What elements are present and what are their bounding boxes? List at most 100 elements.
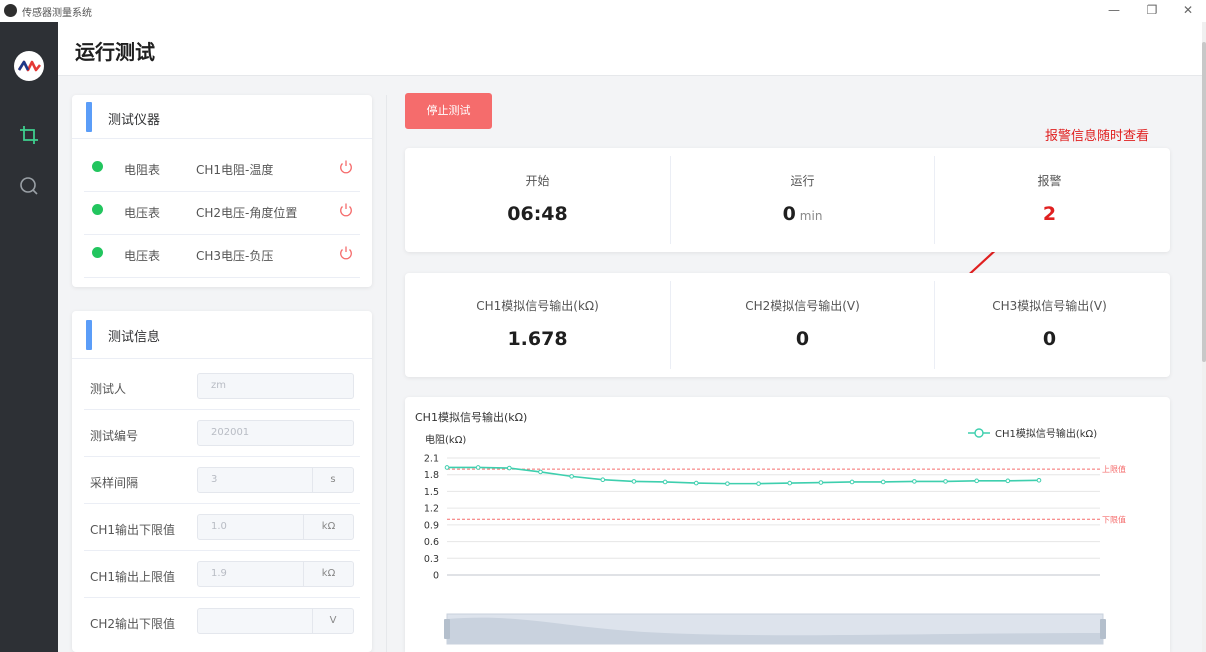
field-label: CH1输出上限值 bbox=[90, 570, 176, 584]
info-row: 采样间隔 3 s bbox=[84, 457, 360, 504]
alarm-annotation: 报警信息随时查看 bbox=[1045, 129, 1150, 144]
data-zoom-handle-left bbox=[444, 619, 450, 639]
window-titlebar: 传感器测量系统 — ❐ ✕ bbox=[0, 0, 1206, 22]
info-row: CH1输出下限值 1.0 kΩ bbox=[84, 504, 360, 551]
card-header: 测试信息 bbox=[72, 311, 372, 359]
limit-label: 上限值 bbox=[1102, 464, 1126, 474]
alarm-count: 2 bbox=[1042, 203, 1057, 225]
field-label: CH1输出下限值 bbox=[90, 523, 176, 537]
ch1-upper-limit-input[interactable]: 1.9 bbox=[197, 561, 304, 587]
window-title: 传感器测量系统 bbox=[22, 8, 92, 19]
stop-test-button[interactable]: 停止测试 bbox=[405, 93, 492, 129]
field-label: 测试编号 bbox=[90, 429, 139, 443]
data-point bbox=[693, 480, 699, 486]
test-info-card: 测试信息 测试人 zm 测试编号 202001 采样间隔 3 s CH1输出下限… bbox=[72, 311, 372, 652]
test-number-input[interactable]: 202001 bbox=[197, 420, 354, 446]
status-dot bbox=[92, 247, 103, 258]
y-axis-label: 电阻(kΩ) bbox=[425, 433, 466, 446]
instrument-row: 电压表 CH2电压-角度位置 bbox=[84, 192, 360, 235]
data-point bbox=[943, 479, 948, 484]
card-header: 测试仪器 bbox=[72, 95, 372, 139]
line-chart[interactable]: 电阻(kΩ) 2.1 1.8 1.5 1.2 0.9 0.6 0.3 0 上限值下限值 CH1模拟信… bbox=[405, 397, 1170, 652]
start-stat: 开始 06:48 bbox=[405, 148, 670, 252]
ch2-output-stat: CH2模拟信号输出(V) 0 bbox=[670, 273, 935, 377]
stat-label: 运行 bbox=[790, 174, 815, 188]
instruments-card: 测试仪器 电阻表 CH1电阻-温度 电压表 CH2电压-角度位置 电压表 CH3… bbox=[72, 95, 372, 287]
data-point bbox=[600, 477, 606, 483]
instrument-type: 电阻表 bbox=[124, 163, 161, 177]
info-row: 测试人 zm bbox=[84, 363, 360, 410]
logo bbox=[14, 51, 44, 81]
instrument-name: CH1电阻-温度 bbox=[196, 163, 274, 177]
instrument-name: CH2电压-角度位置 bbox=[196, 206, 298, 220]
instrument-row: 电阻表 CH1电阻-温度 bbox=[84, 149, 360, 192]
scrollbar[interactable] bbox=[1202, 22, 1206, 652]
ch2-lower-limit-input[interactable] bbox=[197, 608, 313, 634]
minimize-button[interactable]: — bbox=[1096, 0, 1132, 22]
legend-label: CH1模拟信号输出(kΩ) bbox=[995, 427, 1097, 440]
y-tick-label: 0.9 bbox=[424, 520, 439, 531]
data-point bbox=[507, 465, 512, 471]
unit-label: s bbox=[312, 467, 354, 493]
tester-input[interactable]: zm bbox=[197, 373, 354, 399]
y-tick-label: 1.8 bbox=[424, 470, 439, 481]
data-point bbox=[1005, 478, 1011, 484]
power-icon[interactable] bbox=[338, 202, 354, 218]
y-tick-label: 0.6 bbox=[424, 537, 439, 548]
y-tick-label: 0 bbox=[433, 571, 439, 582]
run-stat: 运行 0 min bbox=[670, 148, 935, 252]
instrument-type: 电压表 bbox=[124, 249, 161, 263]
chart-card: CH1模拟信号输出(kΩ) 电阻(kΩ) 2.1 1.8 1.5 1.2 0.9 0.6 0.… bbox=[405, 397, 1170, 652]
y-tick-label: 0.3 bbox=[424, 554, 439, 565]
power-icon[interactable] bbox=[338, 245, 354, 261]
instrument-row: 电压表 CH3电压-负压 bbox=[84, 235, 360, 278]
field-label: 测试人 bbox=[90, 382, 127, 396]
status-card: 开始 06:48 运行 0 min 报警 2 bbox=[405, 148, 1170, 252]
field-label: CH2输出下限值 bbox=[90, 617, 176, 631]
status-dot bbox=[92, 161, 103, 172]
run-unit: min bbox=[799, 209, 823, 223]
card-title: 测试信息 bbox=[108, 330, 161, 345]
page-header: 运行测试 bbox=[58, 22, 1202, 76]
info-row: CH2输出下限值 V bbox=[84, 598, 360, 645]
accent-bar bbox=[86, 102, 92, 132]
instrument-type: 电压表 bbox=[124, 206, 161, 220]
data-point bbox=[880, 479, 886, 485]
y-tick-label: 1.2 bbox=[424, 504, 439, 515]
page-title: 运行测试 bbox=[75, 40, 155, 64]
limit-label: 下限值 bbox=[1102, 514, 1126, 524]
stat-label: 报警 bbox=[1037, 174, 1062, 188]
data-point bbox=[756, 481, 761, 486]
info-row: 测试编号 202001 bbox=[84, 410, 360, 457]
card-title: 测试仪器 bbox=[108, 113, 161, 128]
search-icon[interactable] bbox=[19, 176, 39, 196]
accent-bar bbox=[86, 320, 92, 350]
start-time-value: 06:48 bbox=[507, 203, 568, 225]
unit-label: V bbox=[312, 608, 354, 634]
data-point bbox=[849, 479, 855, 485]
scrollbar-thumb[interactable] bbox=[1202, 42, 1206, 362]
unit-label: kΩ bbox=[303, 561, 354, 587]
ch1-output-stat: CH1模拟信号输出(kΩ) 1.678 bbox=[405, 273, 670, 377]
restore-button[interactable]: ❐ bbox=[1134, 0, 1170, 22]
stat-label: CH1模拟信号输出(kΩ) bbox=[476, 299, 599, 313]
data-point bbox=[631, 479, 637, 484]
logo-mark-icon bbox=[17, 60, 42, 72]
alarm-stat: 报警 2 bbox=[917, 148, 1182, 252]
crop-icon[interactable] bbox=[19, 125, 39, 145]
sample-interval-input[interactable]: 3 bbox=[197, 467, 313, 493]
y-tick-label: 2.1 bbox=[424, 454, 439, 465]
app-icon bbox=[4, 4, 17, 17]
run-duration: 0 min bbox=[670, 203, 935, 225]
data-point bbox=[569, 474, 574, 479]
y-tick-label: 1.5 bbox=[424, 487, 439, 498]
close-button[interactable]: ✕ bbox=[1170, 0, 1206, 22]
data-zoom-handle-right bbox=[1100, 619, 1106, 639]
power-icon[interactable] bbox=[338, 159, 354, 175]
ch3-output-stat: CH3模拟信号输出(V) 0 bbox=[917, 273, 1182, 377]
ch1-lower-limit-input[interactable]: 1.0 bbox=[197, 514, 304, 540]
run-value: 0 bbox=[782, 203, 796, 225]
column-divider bbox=[386, 95, 387, 652]
ch1-output-value: 1.678 bbox=[507, 328, 568, 350]
data-point bbox=[1036, 477, 1042, 483]
